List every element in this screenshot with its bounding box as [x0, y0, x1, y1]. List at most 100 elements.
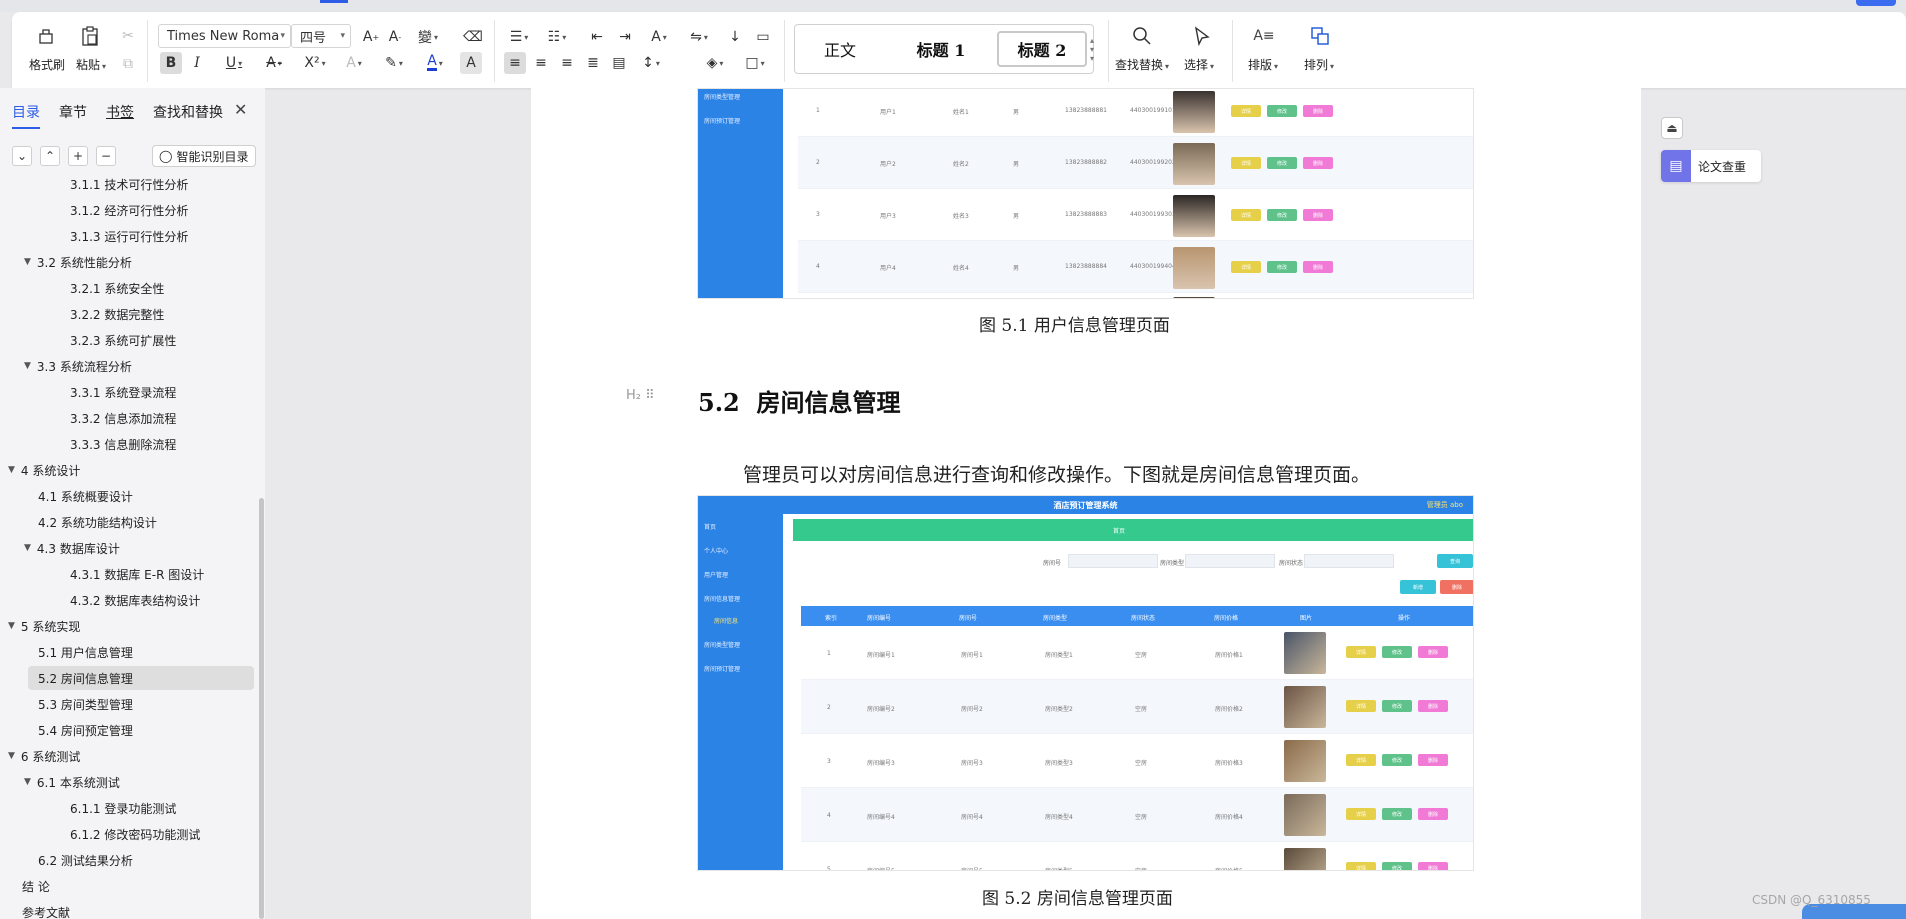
grow-font-icon[interactable]: A +: [360, 26, 382, 48]
add-toc-icon[interactable]: +: [68, 146, 88, 166]
row-action-button[interactable]: 删除: [1418, 646, 1448, 658]
toc-item[interactable]: 5.3 房间类型管理: [38, 692, 133, 716]
toc-item[interactable]: 4.1 系统概要设计: [38, 484, 133, 508]
row-action-button[interactable]: 修改: [1267, 157, 1297, 169]
style-scroll-icon[interactable]: ▴ ▾ ▾: [1086, 24, 1098, 74]
format-painter-label[interactable]: 格式刷: [29, 56, 65, 73]
row-action-button[interactable]: 删除: [1303, 261, 1333, 273]
phonetic-icon[interactable]: 變 ▾: [412, 26, 444, 48]
row-action-button[interactable]: 详情: [1346, 700, 1376, 712]
find-replace-button[interactable]: 查找替换 ▾: [1115, 56, 1169, 73]
align-center-icon[interactable]: ≡: [530, 52, 552, 74]
row-action-button[interactable]: 修改: [1267, 261, 1297, 273]
border-icon[interactable]: □ ▾: [740, 52, 770, 74]
row-action-button[interactable]: 详情: [1346, 646, 1376, 658]
toc-item[interactable]: 3.1.1 技术可行性分析: [70, 172, 188, 196]
toc-item[interactable]: 4.3.2 数据库表结构设计: [70, 588, 200, 612]
smart-toc-button[interactable]: ◯ 智能识别目录: [152, 145, 256, 167]
format-painter-icon[interactable]: [34, 24, 58, 48]
increase-indent-icon[interactable]: ⇥: [614, 26, 636, 48]
toc-item[interactable]: 3.3.2 信息添加流程: [70, 406, 176, 430]
expand-triangle-icon[interactable]: ▼: [8, 465, 15, 475]
toc-item[interactable]: 5.1 用户信息管理: [38, 640, 133, 664]
row-action-button[interactable]: 详情: [1231, 209, 1261, 221]
search-icon[interactable]: [1130, 24, 1154, 48]
tab-chapters[interactable]: 章节: [59, 102, 87, 122]
style-heading2[interactable]: 标题 2: [997, 31, 1087, 67]
close-icon[interactable]: ✕: [234, 100, 247, 119]
typeset-button[interactable]: 排版 ▾: [1248, 56, 1278, 73]
row-action-button[interactable]: 详情: [1231, 261, 1261, 273]
typeset-icon[interactable]: A≡: [1252, 24, 1276, 48]
expand-triangle-icon[interactable]: ▼: [24, 777, 31, 787]
line-spacing-icon[interactable]: ↕ ▾: [636, 52, 666, 74]
show-marks-icon[interactable]: ▭: [752, 26, 774, 48]
share-button[interactable]: [1856, 0, 1896, 6]
expand-triangle-icon[interactable]: ▼: [8, 621, 15, 631]
toc-item[interactable]: 6.1.2 修改密码功能测试: [70, 822, 200, 846]
sort-icon[interactable]: ⇋ ▾: [684, 26, 714, 48]
paste-icon[interactable]: [78, 24, 102, 48]
highlight-button[interactable]: ✎ ▾: [378, 52, 410, 74]
row-action-button[interactable]: 修改: [1267, 209, 1297, 221]
toc-item[interactable]: 参考文献: [22, 900, 70, 919]
toc-item[interactable]: 6.2 测试结果分析: [38, 848, 133, 872]
decrease-indent-icon[interactable]: ⇤: [586, 26, 608, 48]
shading-icon[interactable]: ◈ ▾: [700, 52, 730, 74]
font-color-button[interactable]: A ▾: [420, 52, 450, 74]
toc-item[interactable]: 3.1.3 运行可行性分析: [70, 224, 188, 248]
strikethrough-button[interactable]: A ▾: [260, 52, 288, 74]
expand-icon[interactable]: ⌃: [40, 146, 60, 166]
remove-toc-icon[interactable]: −: [96, 146, 116, 166]
paste-button[interactable]: 粘贴 ▾: [76, 56, 106, 73]
row-action-button[interactable]: 修改: [1382, 700, 1412, 712]
collapse-ribbon-icon[interactable]: ⏏: [1661, 117, 1683, 139]
tab-bookmarks[interactable]: 书签: [106, 102, 134, 122]
row-action-button[interactable]: 删除: [1418, 862, 1448, 870]
row-action-button[interactable]: 删除: [1303, 105, 1333, 117]
text-effect-button[interactable]: A ▾: [340, 52, 368, 74]
toc-item[interactable]: ▼ 3.2 系统性能分析: [24, 250, 132, 274]
row-action-button[interactable]: 详情: [1346, 862, 1376, 870]
char-shading-button[interactable]: A: [460, 52, 482, 74]
toc-item[interactable]: 3.3.1 系统登录流程: [70, 380, 176, 404]
bullet-list-icon[interactable]: ☰ ▾: [504, 26, 534, 48]
toc-item[interactable]: 结 论: [22, 874, 50, 898]
row-action-button[interactable]: 修改: [1382, 808, 1412, 820]
expand-triangle-icon[interactable]: ▼: [8, 751, 15, 761]
row-action-button[interactable]: 修改: [1267, 105, 1297, 117]
toc-item[interactable]: ▼ 6.1 本系统测试: [24, 770, 120, 794]
panel-scrollbar[interactable]: [259, 498, 264, 919]
cut-icon[interactable]: ✂: [118, 26, 138, 46]
toc-item[interactable]: 4.2 系统功能结构设计: [38, 510, 157, 534]
row-action-button[interactable]: 详情: [1231, 105, 1261, 117]
justify-icon[interactable]: ≣: [582, 52, 604, 74]
row-action-button[interactable]: 删除: [1418, 808, 1448, 820]
row-action-button[interactable]: 删除: [1303, 209, 1333, 221]
row-action-button[interactable]: 删除: [1418, 754, 1448, 766]
style-normal[interactable]: 正文: [805, 31, 875, 67]
toc-item[interactable]: ▼ 3.3 系统流程分析: [24, 354, 132, 378]
align-right-icon[interactable]: ≡: [556, 52, 578, 74]
sort-az-icon[interactable]: ↓: [724, 26, 746, 48]
underline-button[interactable]: U ▾: [220, 52, 248, 74]
paper-check-button[interactable]: ▤ 论文查重: [1661, 150, 1761, 182]
clear-format-icon[interactable]: ⌫: [462, 26, 484, 48]
arrange-button[interactable]: 排列 ▾: [1304, 56, 1334, 73]
style-heading1[interactable]: 标题 1: [895, 31, 987, 67]
toc-item[interactable]: ▼ 6 系统测试: [8, 744, 80, 768]
row-action-button[interactable]: 修改: [1382, 646, 1412, 658]
numbered-list-icon[interactable]: ☷ ▾: [542, 26, 572, 48]
align-left-icon[interactable]: ≡: [504, 52, 526, 74]
expand-triangle-icon[interactable]: ▼: [24, 543, 31, 553]
tab-toc[interactable]: 目录: [12, 102, 40, 129]
italic-button[interactable]: I: [186, 52, 208, 74]
toc-item[interactable]: 3.2.3 系统可扩展性: [70, 328, 176, 352]
font-family-select[interactable]: Times New Roma ▾: [158, 24, 291, 48]
font-size-select[interactable]: 四号 ▾: [291, 24, 351, 48]
row-action-button[interactable]: 详情: [1346, 808, 1376, 820]
collapse-icon[interactable]: ⌄: [12, 146, 32, 166]
distributed-icon[interactable]: ▤: [608, 52, 630, 74]
row-action-button[interactable]: 修改: [1382, 754, 1412, 766]
expand-triangle-icon[interactable]: ▼: [24, 257, 31, 267]
